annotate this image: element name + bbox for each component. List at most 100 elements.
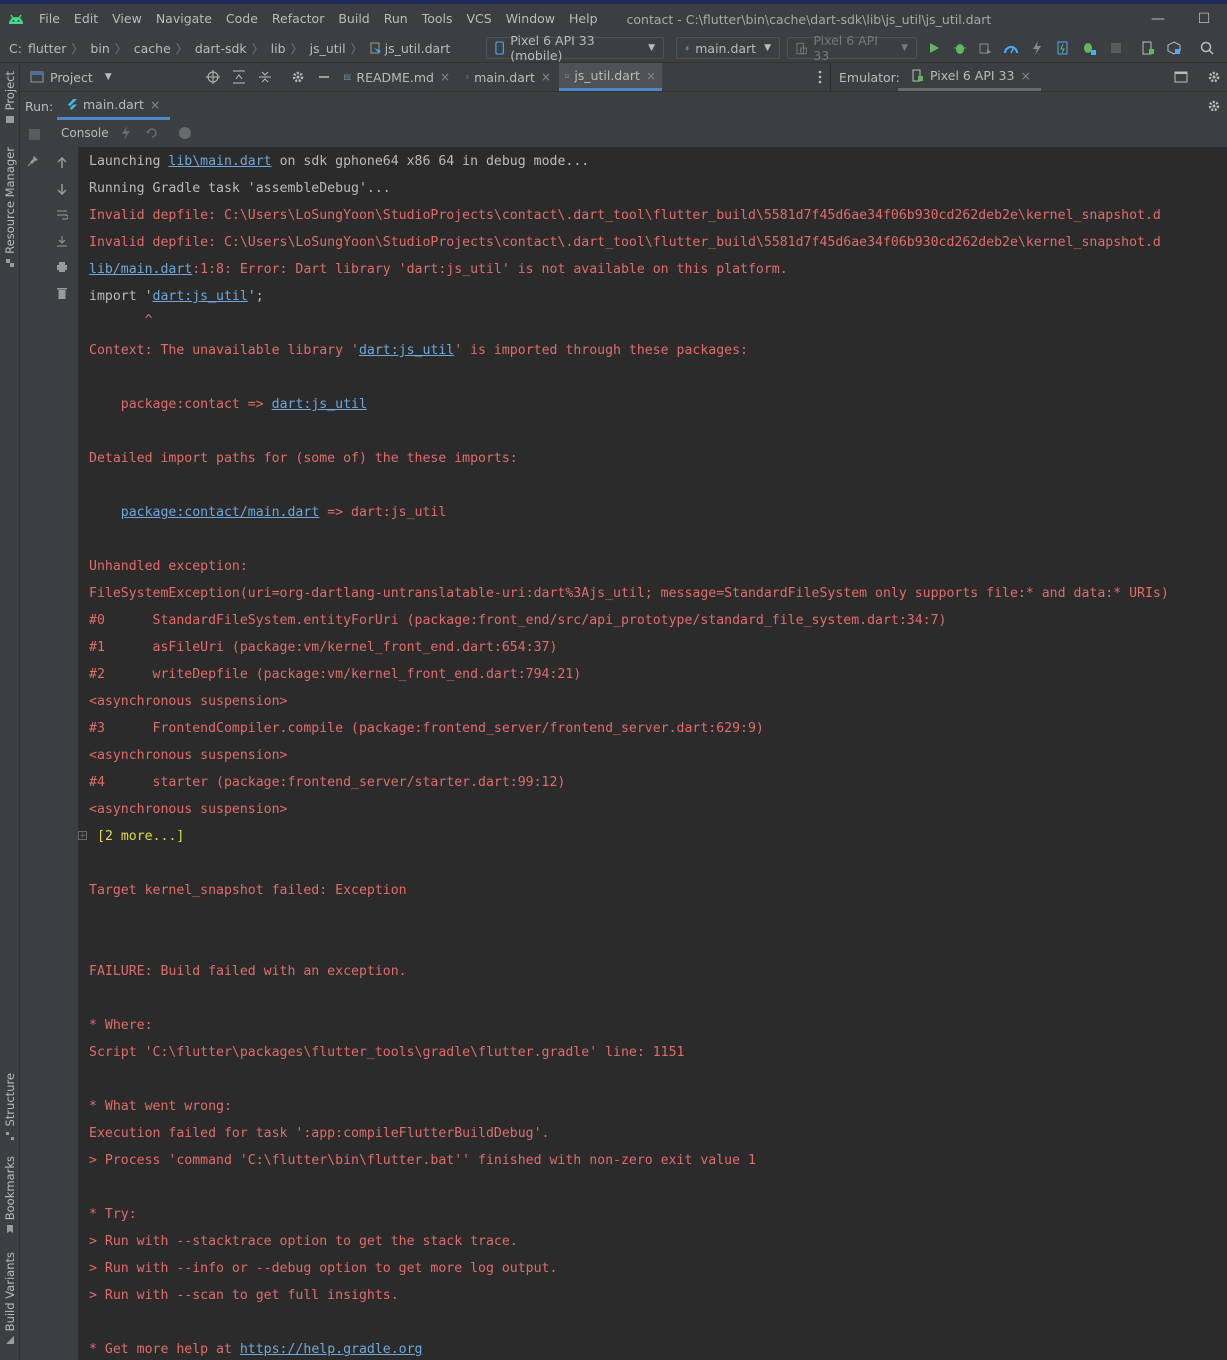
gear-icon[interactable] [290,69,306,85]
breadcrumb-bin[interactable]: bin [86,41,111,56]
breadcrumb-separator: 〉 [290,41,303,56]
fold-more-link[interactable]: [2 more...] [97,828,184,846]
folder-icon [5,116,14,124]
menu-run[interactable]: Run [377,4,415,34]
build-bug-icon[interactable] [1081,40,1097,56]
close-icon[interactable]: × [646,69,656,83]
menu-edit[interactable]: Edit [67,4,105,34]
menu-file[interactable]: File [32,4,67,34]
profiler-icon[interactable] [1003,40,1019,56]
bookmarks-tool-tab[interactable]: Bookmarks [0,1156,19,1234]
hide-panel-icon[interactable] [316,69,332,85]
chevron-down-icon: ▼ [104,72,112,82]
maximize-button[interactable]: ☐ [1181,4,1227,34]
breadcrumb-lib[interactable]: lib [267,41,288,56]
tab-js-util-dart[interactable]: js_util.dart × [559,63,662,91]
expand-all-icon[interactable] [231,69,247,85]
menu-navigate[interactable]: Navigate [149,4,219,34]
flutter-inspector-icon[interactable] [177,125,193,141]
print-icon[interactable] [55,260,69,274]
menu-refactor[interactable]: Refactor [265,4,331,34]
breadcrumb-flutter[interactable]: flutter [24,41,68,56]
close-icon[interactable]: × [541,70,551,84]
menu-help[interactable]: Help [562,4,605,34]
breadcrumb-cache[interactable]: cache [130,41,173,56]
run-tab-main-dart[interactable]: main.dart × [57,92,171,120]
run-tool-header: Run: main.dart × [20,92,1227,120]
hot-restart-icon[interactable] [144,125,160,141]
library-link[interactable]: dart:js_util [272,397,367,412]
debug-icon[interactable] [952,40,968,56]
console-line: * Where: [89,1018,153,1033]
build-variants-tool-tab[interactable]: Build Variants [0,1252,19,1345]
device-selector[interactable]: Pixel 6 API 33 (mobile) ▼ [486,33,664,63]
console-line: Execution failed for task ':app:compileF… [89,1126,550,1141]
trash-icon[interactable] [55,286,69,300]
console-tab[interactable]: Console [61,126,109,140]
close-icon[interactable]: × [150,97,160,112]
sdk-manager-icon[interactable] [1166,40,1182,56]
tab-readme[interactable]: MD README.md × [338,63,456,91]
help-link[interactable]: https://help.gradle.org [240,1342,423,1357]
pin-icon[interactable] [26,154,40,168]
menu-window[interactable]: Window [499,4,562,34]
menu-tools[interactable]: Tools [415,4,460,34]
hot-reload-icon[interactable] [118,125,134,141]
scroll-up-icon[interactable] [55,156,69,170]
stop-icon[interactable] [1108,40,1124,56]
console-line: <asynchronous suspension> [89,802,288,817]
console-line: * Get more help at https://help.gradle.o… [89,1342,423,1357]
soft-wrap-icon[interactable] [55,208,69,222]
device-manager-icon[interactable] [1140,40,1156,56]
console-toolbar [20,147,78,1360]
breadcrumb-drive[interactable]: C: [0,41,24,56]
search-icon[interactable] [1199,40,1215,56]
minimize-button[interactable]: — [1135,4,1181,34]
structure-tool-tab[interactable]: Structure [0,1073,19,1141]
project-view-selector[interactable]: Project ▼ [30,63,112,91]
breadcrumb-file[interactable]: js_util.dart [366,41,453,56]
resource-manager-tool-tab[interactable]: Resource Manager [0,147,19,268]
build-variants-icon [5,1336,14,1345]
menu-view[interactable]: View [105,4,149,34]
console-line: Script 'C:\flutter\packages\flutter_tool… [89,1045,685,1060]
console-line: Unhandled exception: [89,559,248,574]
project-tool-tab[interactable]: Project [0,71,19,124]
menu-code[interactable]: Code [219,4,265,34]
more-tabs-icon[interactable] [812,69,828,85]
maximize-panel-icon[interactable] [1173,69,1189,85]
tab-main-dart[interactable]: main.dart × [460,63,557,91]
menu-bar: File Edit View Navigate Code Refactor Bu… [0,4,1227,34]
run-icon[interactable] [926,40,942,56]
scroll-down-icon[interactable] [55,182,69,196]
collapse-all-icon[interactable] [257,69,273,85]
apply-code-changes-icon[interactable] [1055,40,1071,56]
library-link[interactable]: dart:js_util [153,289,248,304]
file-link[interactable]: lib/main.dart [89,262,192,277]
close-icon[interactable]: × [440,70,450,84]
gear-icon[interactable] [1206,69,1222,85]
locate-file-icon[interactable] [205,69,221,85]
console-header: Console [20,120,1227,147]
target-device-selector[interactable]: Pixel 6 API 33 ▼ [787,33,917,63]
menu-build[interactable]: Build [331,4,376,34]
console-output[interactable]: Launching lib\main.dart on sdk gphone64 … [78,147,1227,1360]
menu-vcs[interactable]: VCS [460,4,499,34]
expand-fold-icon[interactable]: + [78,831,87,841]
run-config-selector[interactable]: main.dart ▼ [676,37,780,59]
scroll-to-end-icon[interactable] [55,234,69,248]
breadcrumb-js-util[interactable]: js_util [306,41,348,56]
tab-emulator-device[interactable]: Pixel 6 API 33 × [898,63,1041,91]
file-link[interactable]: package:contact/main.dart [121,505,320,520]
attach-debugger-icon[interactable] [977,40,993,56]
close-icon[interactable]: × [1020,68,1030,83]
apply-changes-icon[interactable] [1029,40,1045,56]
file-link[interactable]: lib\main.dart [168,154,271,169]
stop-icon[interactable] [26,126,42,142]
library-link[interactable]: dart:js_util [359,343,454,358]
breadcrumb-dart-sdk[interactable]: dart-sdk [191,41,249,56]
left-tool-strip: Project Resource Manager Structure Bookm… [0,63,20,1360]
run-tab-label: main.dart [83,97,144,112]
gear-icon[interactable] [1206,98,1222,114]
svg-text:MD: MD [345,76,351,80]
